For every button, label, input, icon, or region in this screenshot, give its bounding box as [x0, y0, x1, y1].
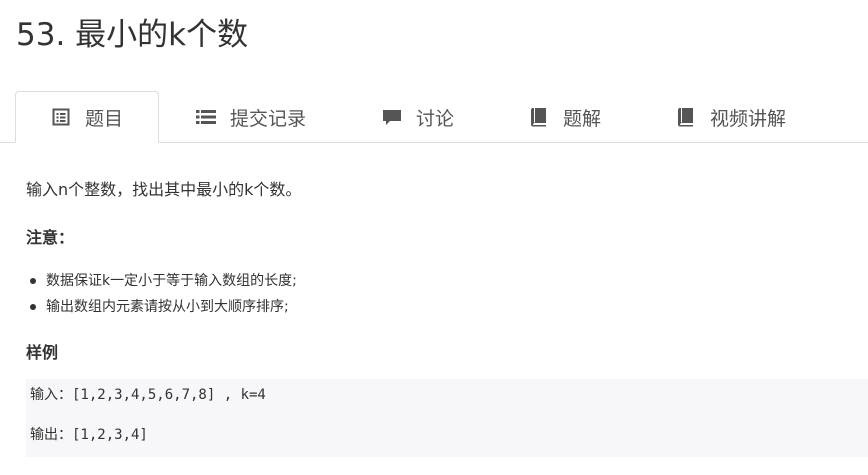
note-text: 输出数组内元素请按从小到大顺序排序; [46, 299, 289, 315]
problem-description: 输入n个整数，找出其中最小的k个数。 [26, 180, 302, 199]
book-icon [529, 107, 549, 127]
problem-content: 输入n个整数，找出其中最小的k个数。 [26, 170, 856, 210]
tab-discussion-label: 讨论 [415, 107, 454, 130]
book-icon [676, 107, 696, 127]
sample-output: 输出：[1,2,3,4] [30, 427, 148, 443]
list-item: 输出数组内元素请按从小到大顺序排序; [26, 294, 297, 320]
bullet-icon [30, 304, 36, 310]
comment-icon [382, 107, 402, 127]
sample-heading: 样例 [26, 343, 59, 362]
tab-solutions[interactable]: 题解 [510, 91, 620, 143]
tab-video[interactable]: 视频讲解 [656, 91, 806, 143]
sample-gap [30, 405, 868, 425]
note-heading: 注意： [26, 228, 75, 247]
tab-video-label: 视频讲解 [709, 107, 786, 130]
bullet-icon [30, 278, 36, 284]
page-title: 53. 最小的k个数 [16, 17, 249, 53]
tab-bar: 题目 提交记录 讨论 题解 视频讲解 [0, 91, 868, 143]
document-list-icon [51, 107, 71, 127]
tab-problem-label: 题目 [84, 107, 123, 130]
tab-submissions-label: 提交记录 [229, 107, 306, 130]
sample-input: 输入：[1,2,3,4,5,6,7,8] , k=4 [30, 387, 266, 403]
list-item: 数据保证k一定小于等于输入数组的长度; [26, 268, 297, 294]
notes-list: 数据保证k一定小于等于输入数组的长度; 输出数组内元素请按从小到大顺序排序; [26, 268, 297, 320]
note-text: 数据保证k一定小于等于输入数组的长度; [46, 273, 297, 289]
tab-discussion[interactable]: 讨论 [363, 91, 473, 143]
list-icon [195, 107, 216, 127]
sample-code-block: 输入：[1,2,3,4,5,6,7,8] , k=4 输出：[1,2,3,4] [26, 379, 868, 457]
tab-solutions-label: 题解 [562, 107, 601, 130]
tab-problem[interactable]: 题目 [15, 91, 159, 143]
tab-submissions[interactable]: 提交记录 [176, 91, 326, 143]
